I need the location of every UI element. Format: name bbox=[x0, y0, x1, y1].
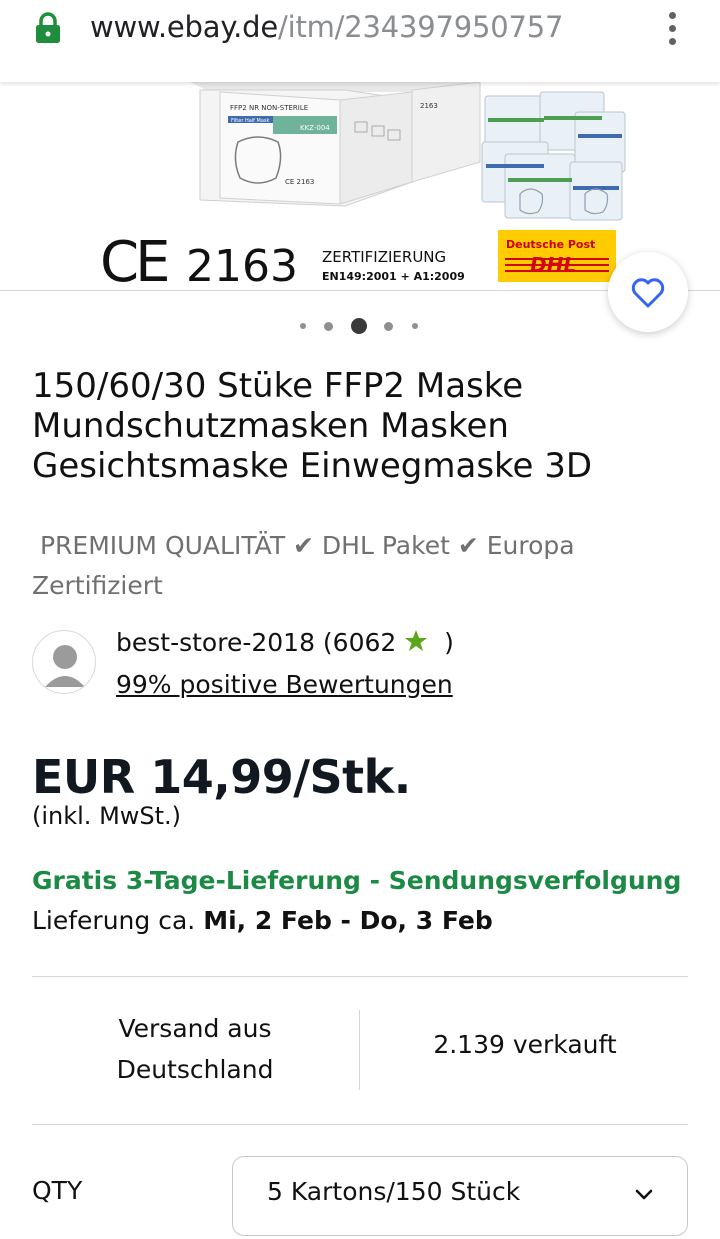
dhl-text: DHL bbox=[530, 253, 576, 277]
ship-origin: Versand aus Deutschland bbox=[60, 1008, 330, 1090]
seller-name-close: ) bbox=[436, 628, 454, 657]
gallery-dot-active[interactable] bbox=[351, 318, 367, 334]
qty-selected-value: 5 Kartons/150 Stück bbox=[267, 1177, 521, 1206]
title-line-1: 150/60/30 Stüke FFP2 Maske bbox=[32, 366, 524, 406]
user-avatar-icon[interactable] bbox=[32, 630, 96, 694]
ship-origin-line-1: Versand aus bbox=[118, 1014, 272, 1043]
box-code-text: KKZ-004 bbox=[300, 124, 330, 132]
product-subtitle: PREMIUM QUALITÄT ✔ DHL Paket ✔ Europa Ze… bbox=[32, 526, 692, 606]
box-label-text: FFP2 NR NON-STERILE bbox=[230, 104, 308, 112]
star-icon bbox=[405, 630, 428, 651]
ship-origin-line-2: Deutschland bbox=[116, 1055, 274, 1084]
divider bbox=[32, 1124, 688, 1125]
delivery-estimate: Lieferung ca. Mi, 2 Feb - Do, 3 Feb bbox=[32, 906, 493, 935]
chevron-down-icon bbox=[635, 1189, 653, 1200]
url-path: /itm/234397950757 bbox=[278, 10, 564, 44]
lock-icon[interactable] bbox=[34, 12, 62, 44]
watch-button[interactable] bbox=[608, 252, 688, 332]
seller-feedback-link[interactable]: 99% positive Bewertungen bbox=[116, 670, 453, 699]
free-shipping: Gratis 3-Tage-Lieferung - Sendungsverfol… bbox=[32, 866, 682, 895]
stats-separator bbox=[359, 1010, 360, 1090]
gallery-dot[interactable] bbox=[384, 322, 393, 331]
delivery-prefix: Lieferung ca. bbox=[32, 906, 196, 935]
dp-text: Deutsche Post bbox=[506, 238, 595, 251]
seller-name[interactable]: best-store-2018 (6062 ) bbox=[116, 628, 454, 657]
box-ce-text: CE 2163 bbox=[285, 178, 314, 186]
gallery-dot[interactable] bbox=[300, 323, 306, 329]
title-line-3: Gesichtsmaske Einwegmaske 3D bbox=[32, 446, 593, 486]
cert-norm: EN149:2001 + A1:2009 bbox=[322, 270, 465, 283]
product-title: 150/60/30 Stüke FFP2 Maske Mundschutzmas… bbox=[32, 366, 692, 486]
vat-note: (inkl. MwSt.) bbox=[32, 802, 182, 830]
title-line-2: Mundschutzmasken Masken bbox=[32, 406, 509, 446]
cert-title: ZERTIFIZIERUNG bbox=[322, 248, 446, 266]
delivery-dates: Mi, 2 Feb - Do, 3 Feb bbox=[203, 906, 493, 935]
qty-label: QTY bbox=[32, 1176, 83, 1205]
subtitle-line-1: PREMIUM QUALITÄT ✔ DHL Paket ✔ Europa bbox=[32, 531, 575, 560]
seller-name-text: best-store-2018 (6062 bbox=[116, 628, 397, 657]
heart-icon bbox=[631, 278, 665, 308]
sold-count: 2.139 verkauft bbox=[433, 1030, 617, 1059]
url-text[interactable]: www.ebay.de/itm/234397950757 bbox=[90, 10, 563, 44]
divider bbox=[32, 976, 688, 977]
price: EUR 14,99/Stk. bbox=[32, 750, 411, 804]
subtitle-line-2: Zertifiziert bbox=[32, 571, 163, 600]
ce-number: 2163 bbox=[186, 241, 298, 290]
gallery-dot[interactable] bbox=[324, 322, 333, 331]
more-vert-icon[interactable] bbox=[660, 8, 686, 48]
qty-select[interactable]: 5 Kartons/150 Stück bbox=[232, 1156, 688, 1236]
ce-mark: CE bbox=[100, 230, 167, 290]
box2-ce-text: 2163 bbox=[420, 102, 438, 110]
browser-url-bar: www.ebay.de/itm/234397950757 bbox=[0, 0, 720, 82]
url-host: www.ebay.de bbox=[90, 10, 279, 44]
gallery-pagination bbox=[300, 318, 420, 334]
gallery-dot[interactable] bbox=[412, 323, 418, 329]
box-sub-text: Filter Half Mask bbox=[231, 118, 270, 124]
